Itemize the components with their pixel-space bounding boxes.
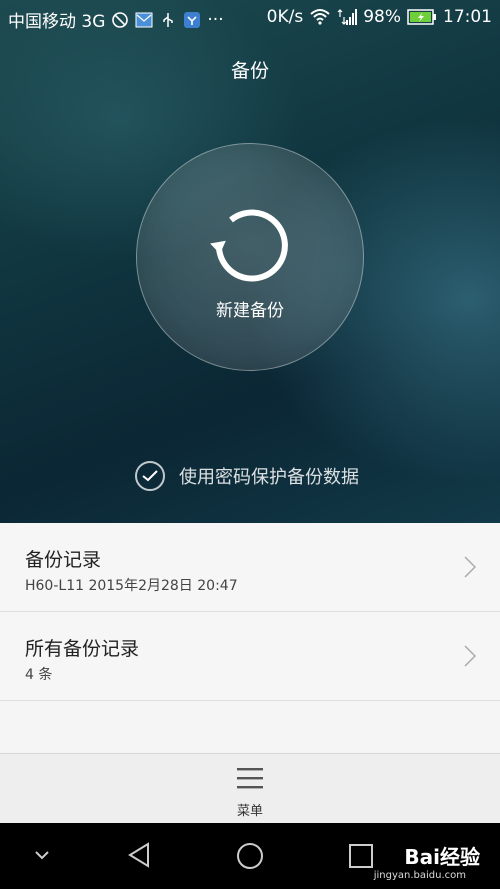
menu-icon bbox=[237, 768, 263, 789]
usb-icon bbox=[163, 12, 174, 27]
list-item-backup-records[interactable]: 备份记录 H60-L11 2015年2月28日 20:47 bbox=[0, 523, 500, 612]
password-protect-label: 使用密码保护备份数据 bbox=[179, 467, 359, 488]
backup-list: 备份记录 H60-L11 2015年2月28日 20:47 所有备份记录 4 条 bbox=[0, 523, 500, 701]
chevron-right-icon bbox=[464, 645, 476, 667]
recent-apps-icon[interactable] bbox=[349, 844, 373, 868]
password-protect-toggle[interactable]: 使用密码保护备份数据 bbox=[135, 461, 359, 491]
watermark: Bai经验 bbox=[404, 845, 480, 869]
watermark-url: jingyan.baidu.com bbox=[373, 870, 466, 881]
mail-icon bbox=[135, 12, 153, 27]
no-disturb-icon bbox=[112, 11, 129, 28]
wifi-icon bbox=[310, 9, 330, 25]
status-bar: 中国移动 3G ··· 0K/s 98% 17:01 bbox=[0, 0, 500, 36]
checkbox[interactable] bbox=[135, 461, 165, 491]
carrier-label: 中国移动 3G bbox=[8, 12, 106, 32]
item-title: 备份记录 bbox=[25, 549, 102, 571]
new-backup-button[interactable]: 新建备份 bbox=[136, 143, 364, 371]
hero-background: 中国移动 3G ··· 0K/s 98% 17:01 备份 新建备份 使用密码保… bbox=[0, 0, 500, 523]
signal-icon bbox=[337, 9, 358, 25]
item-subtitle: 4 条 bbox=[25, 667, 53, 683]
navigation-bar: Bai经验 jingyan.baidu.com bbox=[0, 823, 500, 889]
network-speed: 0K/s bbox=[266, 7, 304, 27]
item-title: 所有备份记录 bbox=[25, 638, 140, 660]
new-backup-label: 新建备份 bbox=[216, 301, 284, 321]
back-icon[interactable] bbox=[127, 842, 151, 868]
more-notifications-icon: ··· bbox=[207, 9, 224, 30]
chevron-right-icon bbox=[464, 556, 476, 578]
checkmark-icon bbox=[142, 470, 158, 482]
list-item-all-backup-records[interactable]: 所有备份记录 4 条 bbox=[0, 612, 500, 701]
battery-percent: 98% bbox=[363, 7, 401, 27]
menu-label: 菜单 bbox=[236, 804, 263, 819]
battery-charging-icon bbox=[407, 9, 436, 25]
page-title: 备份 bbox=[230, 60, 269, 82]
chevron-down-icon[interactable] bbox=[34, 850, 50, 860]
home-icon[interactable] bbox=[236, 842, 264, 870]
item-subtitle: H60-L11 2015年2月28日 20:47 bbox=[25, 578, 238, 594]
menu-button[interactable]: 菜单 bbox=[0, 753, 500, 824]
clock: 17:01 bbox=[443, 7, 492, 27]
app-notification-icon bbox=[184, 11, 201, 28]
refresh-icon bbox=[210, 209, 288, 282]
